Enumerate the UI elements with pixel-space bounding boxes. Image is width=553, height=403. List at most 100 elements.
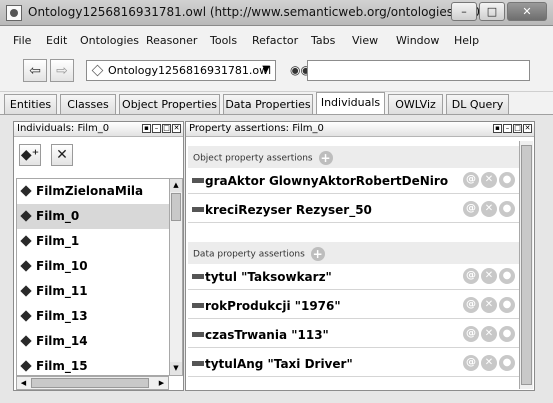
delete-individual-button[interactable]: ✕ bbox=[51, 144, 73, 166]
assertions-vertical-scrollbar[interactable] bbox=[519, 141, 533, 389]
data-property-row[interactable]: tytulAng "Taxi Driver" @ ✕ ● bbox=[188, 352, 519, 377]
list-item[interactable]: Film_10 bbox=[17, 254, 169, 279]
delete-icon[interactable]: ✕ bbox=[481, 326, 497, 342]
tab-owlviz[interactable]: OWLViz bbox=[388, 94, 443, 114]
delete-icon[interactable]: ✕ bbox=[481, 201, 497, 217]
data-property-icon bbox=[192, 303, 204, 308]
panel-close-icon[interactable]: ✕ bbox=[523, 124, 532, 133]
ontology-icon bbox=[91, 64, 104, 77]
object-property-icon bbox=[192, 207, 204, 212]
panel-minimize-icon[interactable]: – bbox=[152, 124, 161, 133]
edit-icon[interactable]: ● bbox=[499, 172, 515, 188]
scroll-thumb[interactable] bbox=[31, 378, 149, 388]
edit-icon[interactable]: ● bbox=[499, 355, 515, 371]
forward-arrow-icon: ⇨ bbox=[56, 62, 68, 79]
delete-icon[interactable]: ✕ bbox=[481, 268, 497, 284]
individuals-horizontal-scrollbar[interactable]: ◀ ▶ bbox=[16, 376, 169, 390]
menu-reasoner[interactable]: Reasoner bbox=[146, 34, 197, 47]
annotate-icon[interactable]: @ bbox=[463, 297, 479, 313]
delete-icon[interactable]: ✕ bbox=[481, 172, 497, 188]
menu-edit[interactable]: Edit bbox=[46, 34, 67, 47]
tab-individuals[interactable]: Individuals bbox=[316, 92, 385, 115]
list-item[interactable]: Film_1 bbox=[17, 229, 169, 254]
object-property-row[interactable]: kreciRezyser Rezyser_50 @ ✕ ● bbox=[188, 198, 519, 223]
scroll-thumb[interactable] bbox=[521, 145, 532, 385]
individual-icon bbox=[20, 260, 32, 272]
close-button[interactable]: ✕ bbox=[507, 2, 547, 21]
tab-bar: Entities Classes Object Properties Data … bbox=[0, 92, 553, 115]
panel-minimize-icon[interactable]: – bbox=[503, 124, 512, 133]
list-item-selected[interactable]: Film_0 bbox=[17, 204, 169, 229]
tab-entities[interactable]: Entities bbox=[4, 94, 57, 114]
annotate-icon[interactable]: @ bbox=[463, 172, 479, 188]
add-individual-icon: ◆⁺ bbox=[20, 147, 40, 163]
edit-icon[interactable]: ● bbox=[499, 201, 515, 217]
menu-tabs[interactable]: Tabs bbox=[311, 34, 335, 47]
menu-ontologies[interactable]: Ontologies bbox=[80, 34, 139, 47]
menu-window[interactable]: Window bbox=[396, 34, 439, 47]
tab-classes[interactable]: Classes bbox=[60, 94, 116, 114]
menu-tools[interactable]: Tools bbox=[210, 34, 237, 47]
menu-view[interactable]: View bbox=[352, 34, 378, 47]
property-assertions-panel: Property assertions: Film_0 ▪ – □ ✕ Obje… bbox=[185, 121, 535, 391]
property-assertions-panel-title: Property assertions: Film_0 bbox=[189, 123, 324, 134]
panel-pin-icon[interactable]: ▪ bbox=[493, 124, 502, 133]
data-property-icon bbox=[192, 361, 204, 366]
add-object-property-icon[interactable]: + bbox=[318, 151, 333, 165]
scroll-left-icon[interactable]: ◀ bbox=[17, 377, 30, 389]
tab-dl-query[interactable]: DL Query bbox=[446, 94, 509, 114]
object-property-icon bbox=[192, 178, 204, 183]
scroll-up-icon[interactable]: ▲ bbox=[170, 179, 182, 192]
annotate-icon[interactable]: @ bbox=[463, 326, 479, 342]
data-property-icon bbox=[192, 332, 204, 337]
edit-icon[interactable]: ● bbox=[499, 326, 515, 342]
panel-maximize-icon[interactable]: □ bbox=[162, 124, 171, 133]
add-individual-button[interactable]: ◆⁺ bbox=[19, 144, 41, 166]
individual-icon bbox=[20, 310, 32, 322]
individuals-vertical-scrollbar[interactable]: ▲ ▼ bbox=[169, 178, 183, 376]
panel-maximize-icon[interactable]: □ bbox=[513, 124, 522, 133]
scroll-down-icon[interactable]: ▼ bbox=[170, 362, 182, 375]
data-property-row[interactable]: rokProdukcji "1976" @ ✕ ● bbox=[188, 294, 519, 319]
list-item[interactable]: Film_11 bbox=[17, 279, 169, 304]
tab-object-properties[interactable]: Object Properties bbox=[119, 94, 220, 114]
data-property-assertions-header: Data property assertions + bbox=[188, 242, 519, 264]
individuals-panel: Individuals: Film_0 ▪ – □ ✕ ◆⁺ ✕ FilmZie… bbox=[13, 121, 184, 391]
list-item[interactable]: Film_13 bbox=[17, 304, 169, 329]
search-input[interactable] bbox=[307, 60, 530, 81]
list-item[interactable]: FilmZielonaMila bbox=[17, 179, 169, 204]
minimize-button[interactable]: – bbox=[451, 2, 477, 21]
maximize-button[interactable]: □ bbox=[479, 2, 505, 21]
scroll-right-icon[interactable]: ▶ bbox=[155, 377, 168, 389]
annotate-icon[interactable]: @ bbox=[463, 268, 479, 284]
add-data-property-icon[interactable]: + bbox=[310, 247, 325, 261]
object-property-assertions-header: Object property assertions + bbox=[188, 146, 519, 168]
back-button[interactable]: ⇦ bbox=[23, 59, 47, 82]
ontology-selector[interactable]: Ontology1256816931781.owl ▼ bbox=[86, 60, 276, 81]
window-title: Ontology1256816931781.owl (http://www.se… bbox=[28, 5, 500, 19]
individual-icon bbox=[20, 360, 32, 372]
data-property-row[interactable]: czasTrwania "113" @ ✕ ● bbox=[188, 323, 519, 348]
panel-close-icon[interactable]: ✕ bbox=[172, 124, 181, 133]
data-property-row[interactable]: tytul "Taksowkarz" @ ✕ ● bbox=[188, 265, 519, 290]
list-item[interactable]: Film_15 bbox=[17, 354, 169, 375]
object-property-row[interactable]: graAktor GlownyAktorRobertDeNiro @ ✕ ● bbox=[188, 169, 519, 194]
annotate-icon[interactable]: @ bbox=[463, 201, 479, 217]
individuals-panel-header: Individuals: Film_0 ▪ – □ ✕ bbox=[14, 122, 183, 137]
list-item[interactable]: Film_14 bbox=[17, 329, 169, 354]
main-content: Individuals: Film_0 ▪ – □ ✕ ◆⁺ ✕ FilmZie… bbox=[0, 114, 553, 403]
panel-pin-icon[interactable]: ▪ bbox=[142, 124, 151, 133]
forward-button[interactable]: ⇨ bbox=[50, 59, 74, 82]
edit-icon[interactable]: ● bbox=[499, 268, 515, 284]
delete-icon[interactable]: ✕ bbox=[481, 355, 497, 371]
menu-help[interactable]: Help bbox=[454, 34, 479, 47]
tab-data-properties[interactable]: Data Properties bbox=[223, 94, 313, 114]
scroll-thumb[interactable] bbox=[171, 193, 181, 221]
menu-file[interactable]: File bbox=[13, 34, 31, 47]
individual-icon bbox=[20, 235, 32, 247]
annotate-icon[interactable]: @ bbox=[463, 355, 479, 371]
delete-icon[interactable]: ✕ bbox=[481, 297, 497, 313]
menu-bar: File Edit Ontologies Reasoner Tools Refa… bbox=[0, 26, 553, 54]
edit-icon[interactable]: ● bbox=[499, 297, 515, 313]
menu-refactor[interactable]: Refactor bbox=[252, 34, 298, 47]
